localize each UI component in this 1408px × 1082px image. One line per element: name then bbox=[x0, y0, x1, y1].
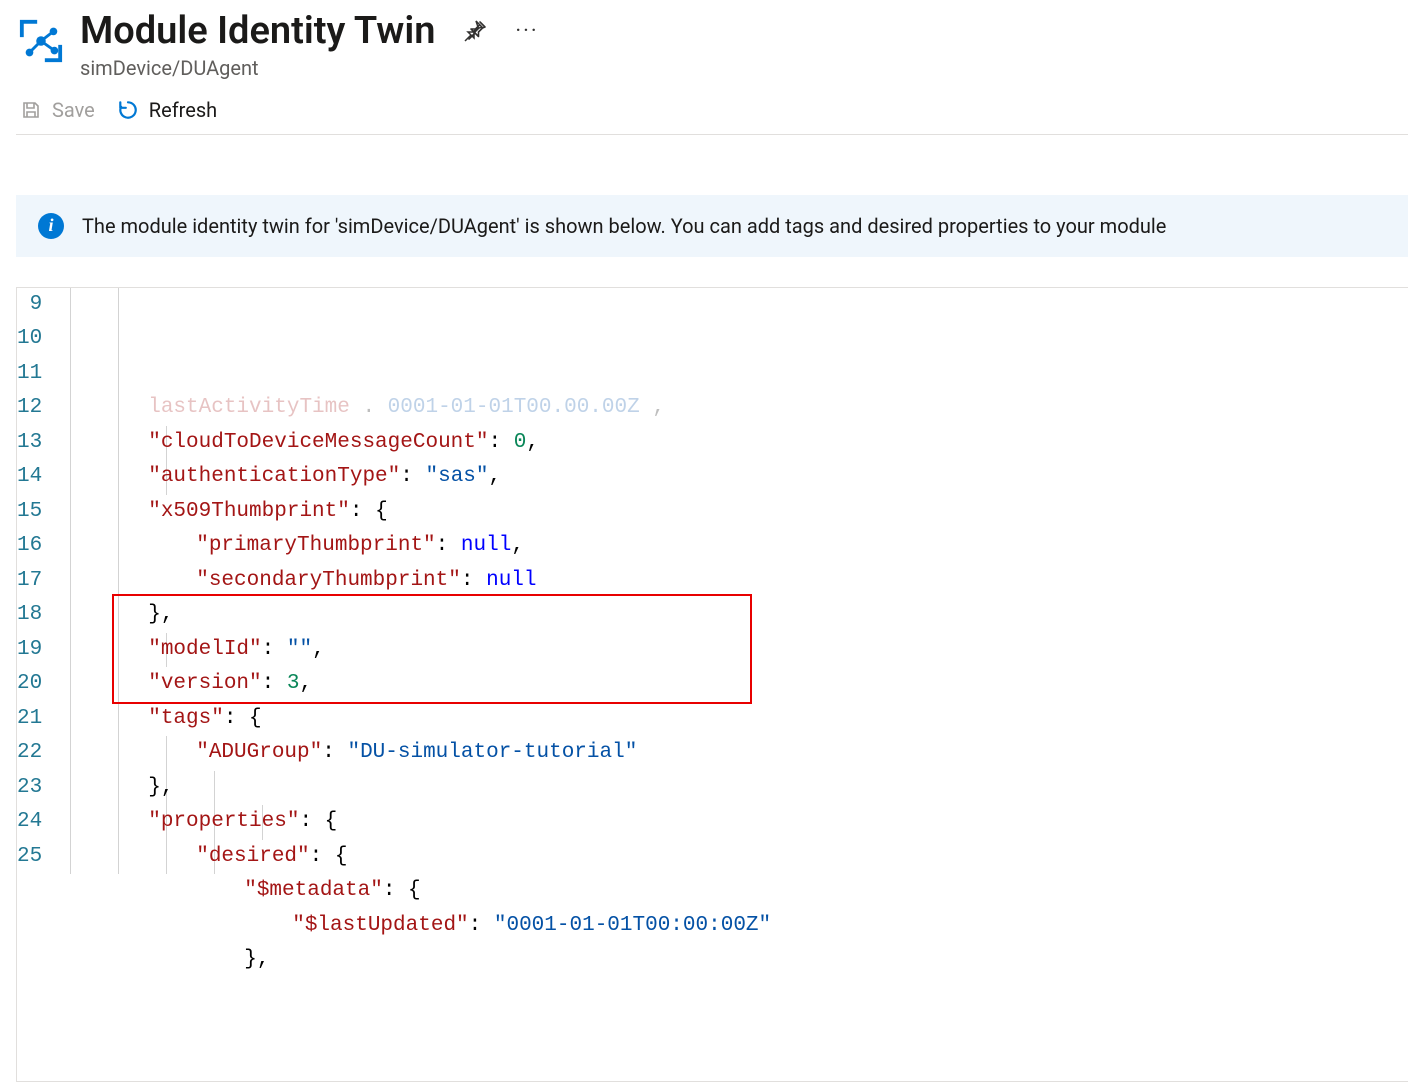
code-line[interactable]: }, bbox=[60, 771, 1408, 806]
module-icon bbox=[16, 16, 66, 66]
line-number: 15 bbox=[17, 495, 42, 530]
line-number: 14 bbox=[17, 460, 42, 495]
json-editor[interactable]: 910111213141516171819202122232425 lastAc… bbox=[16, 287, 1408, 1082]
breadcrumb: simDevice/DUAgent bbox=[80, 56, 1408, 80]
line-number: 10 bbox=[17, 322, 42, 357]
line-number: 18 bbox=[17, 598, 42, 633]
code-line[interactable]: lastActivityTime . 0001-01-01T00.00.00Z … bbox=[60, 391, 1408, 426]
page-header: Module Identity Twin ··· simDevice/DUAge… bbox=[16, 0, 1408, 80]
code-line[interactable]: }, bbox=[60, 943, 1408, 978]
command-bar: Save Refresh bbox=[16, 80, 1408, 135]
line-number: 19 bbox=[17, 633, 42, 668]
line-number: 25 bbox=[17, 840, 42, 875]
line-number: 13 bbox=[17, 426, 42, 461]
save-button: Save bbox=[20, 98, 95, 122]
code-line[interactable]: "tags": { bbox=[60, 702, 1408, 737]
code-line[interactable]: "$metadata": { bbox=[60, 874, 1408, 909]
code-line[interactable]: "secondaryThumbprint": null bbox=[60, 564, 1408, 599]
more-icon[interactable]: ··· bbox=[515, 19, 538, 44]
line-number: 17 bbox=[17, 564, 42, 599]
info-text: The module identity twin for 'simDevice/… bbox=[82, 214, 1166, 238]
line-number: 20 bbox=[17, 667, 42, 702]
code-line[interactable]: "ADUGroup": "DU-simulator-tutorial" bbox=[60, 736, 1408, 771]
line-number: 12 bbox=[17, 391, 42, 426]
code-line[interactable]: "properties": { bbox=[60, 805, 1408, 840]
refresh-button[interactable]: Refresh bbox=[117, 98, 217, 122]
line-number: 9 bbox=[17, 288, 42, 323]
save-label: Save bbox=[52, 98, 95, 122]
code-line[interactable]: "modelId": "", bbox=[60, 633, 1408, 668]
line-number: 21 bbox=[17, 702, 42, 737]
line-number: 24 bbox=[17, 805, 42, 840]
code-line[interactable]: "primaryThumbprint": null, bbox=[60, 529, 1408, 564]
code-line[interactable]: "desired": { bbox=[60, 840, 1408, 875]
info-icon: i bbox=[38, 213, 64, 239]
line-number: 16 bbox=[17, 529, 42, 564]
line-number: 23 bbox=[17, 771, 42, 806]
line-number-gutter: 910111213141516171819202122232425 bbox=[17, 288, 60, 1082]
code-line[interactable]: "$lastUpdated": "0001-01-01T00:00:00Z" bbox=[60, 909, 1408, 944]
line-number: 11 bbox=[17, 357, 42, 392]
save-icon bbox=[20, 99, 42, 121]
code-line[interactable]: "cloudToDeviceMessageCount": 0, bbox=[60, 426, 1408, 461]
code-line[interactable]: "x509Thumbprint": { bbox=[60, 495, 1408, 530]
refresh-icon bbox=[117, 99, 139, 121]
code-line[interactable]: }, bbox=[60, 598, 1408, 633]
line-number: 22 bbox=[17, 736, 42, 771]
refresh-label: Refresh bbox=[149, 98, 217, 122]
pin-icon[interactable] bbox=[461, 18, 489, 46]
code-line[interactable]: "authenticationType": "sas", bbox=[60, 460, 1408, 495]
info-banner: i The module identity twin for 'simDevic… bbox=[16, 195, 1408, 257]
code-line[interactable]: "version": 3, bbox=[60, 667, 1408, 702]
page-title: Module Identity Twin bbox=[80, 10, 435, 54]
